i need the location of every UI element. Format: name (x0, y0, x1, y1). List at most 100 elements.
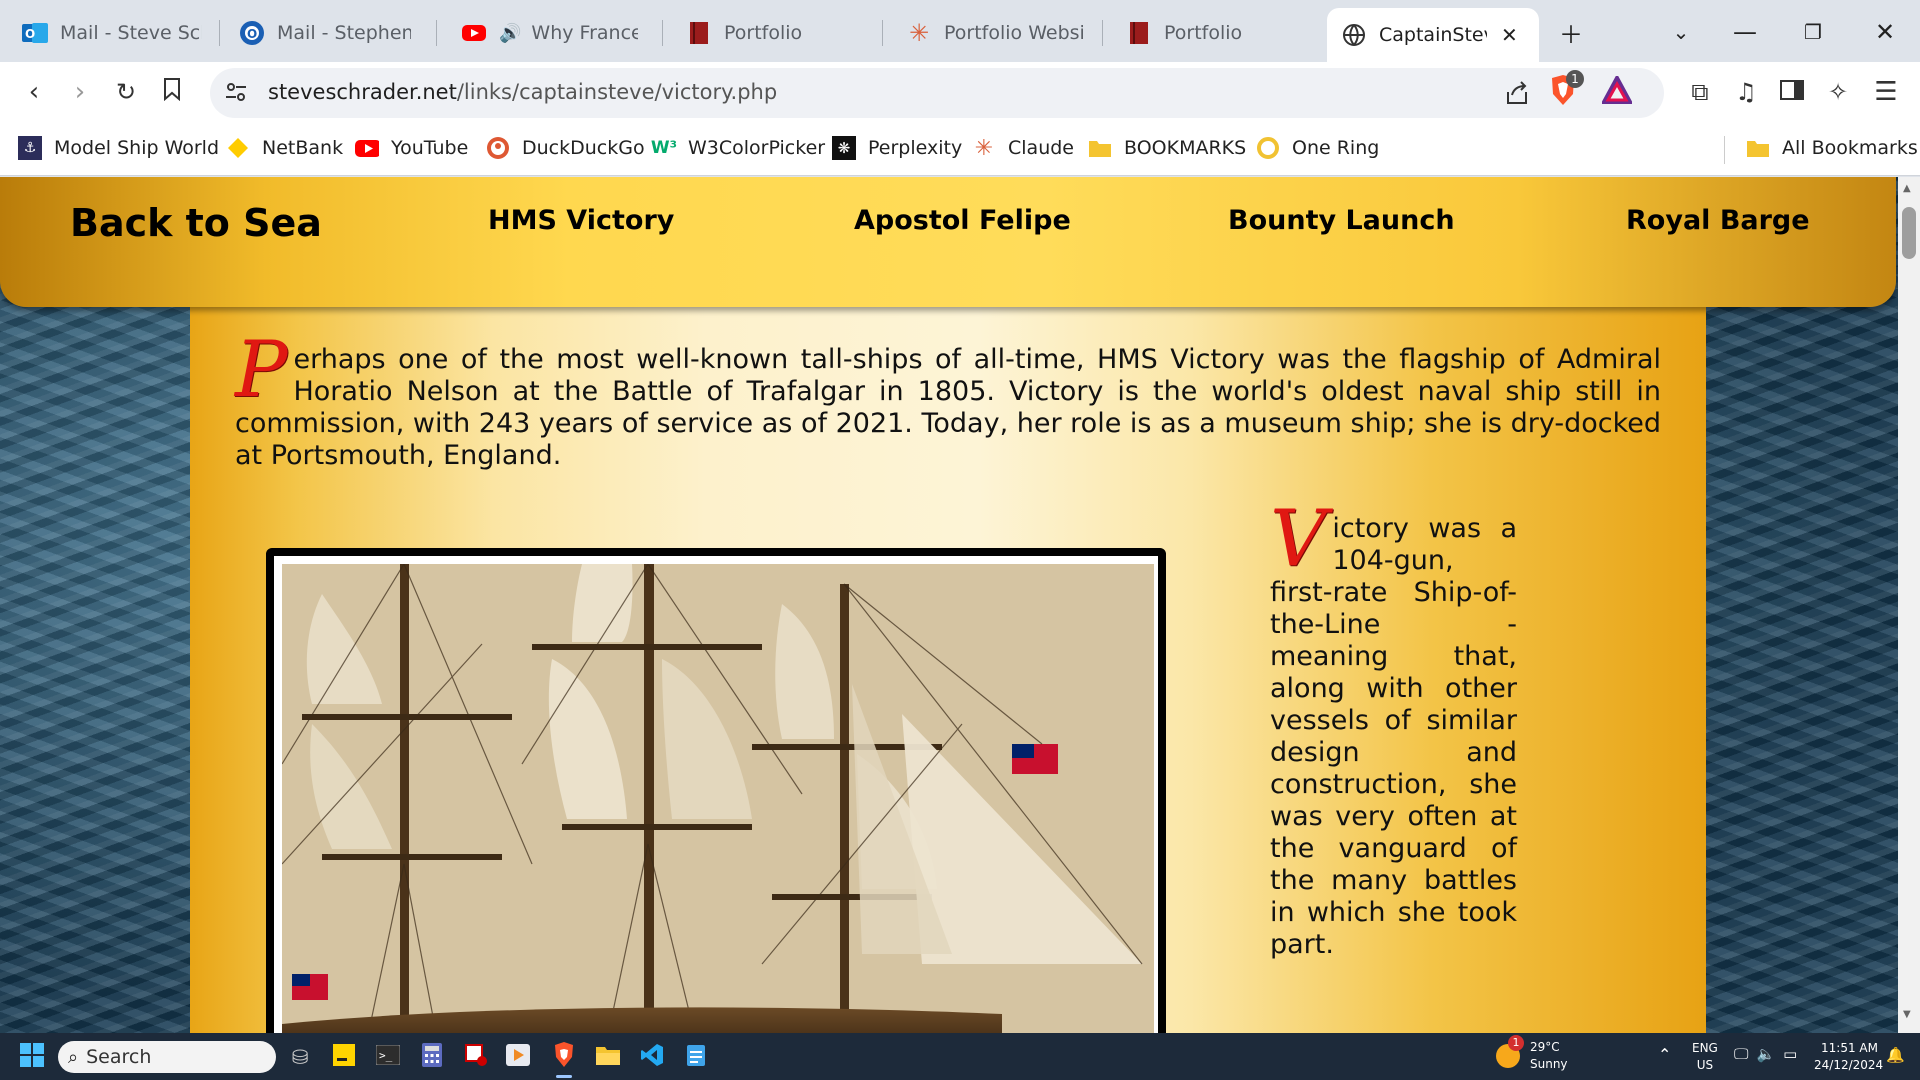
globe-icon (1341, 22, 1367, 48)
bookmark-folder-bookmarks[interactable]: BOOKMARKS (1088, 136, 1246, 160)
music-note-icon: ♫ (1735, 78, 1757, 106)
bookmark-netbank[interactable]: NetBank (226, 136, 343, 160)
bookmark-one-ring[interactable]: One Ring (1256, 136, 1379, 160)
brave-lion-icon (552, 1041, 576, 1073)
bookmark-label: One Ring (1292, 137, 1380, 159)
share-icon[interactable] (1504, 80, 1530, 110)
nav-home-link[interactable]: Back to Sea (70, 201, 322, 245)
shields-badge: 1 (1566, 70, 1584, 88)
nav-link-hms-victory[interactable]: HMS Victory (488, 205, 674, 236)
bookmark-duckduckgo[interactable]: DuckDuckGo (486, 136, 645, 160)
extensions-button[interactable]: ⧉ (1680, 72, 1720, 112)
clock[interactable]: 11:51 AM 24/12/2024 (1814, 1040, 1883, 1074)
taskbar-app-brave[interactable] (548, 1041, 580, 1073)
close-icon: ✕ (1874, 18, 1896, 46)
menu-button[interactable]: ☰ (1866, 72, 1906, 112)
tab-divider (1102, 20, 1103, 46)
bookmark-youtube[interactable]: YouTube (355, 136, 468, 160)
ship-image-frame (266, 548, 1166, 1033)
taskbar-app-sticky-notes[interactable] (328, 1041, 360, 1073)
nav-link-royal-barge[interactable]: Royal Barge (1626, 205, 1810, 236)
close-window-button[interactable]: ✕ (1862, 12, 1908, 52)
notepad-icon (686, 1043, 706, 1072)
forward-button[interactable]: › (60, 72, 100, 112)
bookmark-icon (163, 77, 181, 108)
speaker-icon[interactable]: 🔊 (499, 23, 521, 44)
all-bookmarks-button[interactable]: All Bookmarks (1746, 136, 1918, 160)
youtube-icon (461, 20, 487, 46)
tab-search-button[interactable]: ⌄ (1658, 12, 1704, 52)
outlook-icon: O (239, 20, 265, 46)
bookmarks-divider (1724, 136, 1725, 164)
brave-lion-icon (1548, 75, 1578, 112)
back-arrow-icon: ‹ (28, 77, 40, 107)
taskbar-app-terminal[interactable]: >_ (372, 1041, 404, 1073)
taskbar-app-snipping[interactable] (460, 1041, 492, 1073)
url-text: steveschrader.net/links/captainsteve/vic… (268, 80, 777, 104)
minimize-button[interactable]: — (1722, 12, 1768, 52)
portfolio-icon (1126, 20, 1152, 46)
system-tray-icons[interactable]: 🖵 🔈 ▭ (1734, 1045, 1797, 1063)
scroll-up-arrow-icon[interactable]: ▲ (1903, 183, 1911, 194)
start-button[interactable] (16, 1041, 48, 1073)
address-bar[interactable]: steveschrader.net/links/captainsteve/vic… (210, 68, 1664, 118)
reload-button[interactable]: ↻ (106, 72, 146, 112)
media-button[interactable]: ♫ (1726, 72, 1766, 112)
reload-icon: ↻ (115, 78, 137, 106)
taskbar-search-box[interactable]: ⌕ Search (58, 1041, 276, 1073)
volume-icon: 🔈 (1756, 1045, 1776, 1063)
claude-icon: ✳ (908, 19, 930, 47)
bookmark-perplexity[interactable]: ❋ Perplexity (832, 136, 962, 160)
browser-toolbar: ‹ › ↻ steveschrader.net/links/captainste… (0, 62, 1920, 124)
sidebar-button[interactable] (1772, 72, 1812, 112)
weather-badge: 1 (1508, 1035, 1524, 1051)
bookmark-label: BOOKMARKS (1124, 137, 1247, 159)
nav-link-bounty-launch[interactable]: Bounty Launch (1228, 205, 1455, 236)
nav-link-apostol-felipe[interactable]: Apostol Felipe (854, 205, 1071, 236)
language-indicator[interactable]: ENG US (1692, 1040, 1718, 1074)
tab-captainsteve-active[interactable]: CaptainSteve ✕ (1327, 8, 1539, 62)
tab-mail-2[interactable]: O Mail - Stephen Sc (225, 10, 425, 56)
bookmark-page-button[interactable] (152, 72, 192, 112)
lang-bottom: US (1696, 1058, 1714, 1072)
taskbar-app-files-drive[interactable]: ⛁ (284, 1041, 316, 1073)
page-scrollbar[interactable]: ▲ ▼ (1898, 177, 1920, 1033)
taskbar-app-file-explorer[interactable] (592, 1041, 624, 1073)
network-icon: 🖵 (1734, 1045, 1749, 1063)
tab-portfolio-website[interactable]: ✳ Portfolio Website (892, 10, 1097, 56)
tab-youtube[interactable]: 🔊 Why France a (447, 10, 652, 56)
folder-icon (595, 1044, 621, 1071)
taskbar-app-media-player[interactable] (502, 1041, 534, 1073)
restore-button[interactable]: ❐ (1790, 12, 1836, 52)
taskbar-app-vscode[interactable] (636, 1041, 668, 1073)
taskbar-app-notepad[interactable] (680, 1041, 712, 1073)
clock-time: 11:51 AM (1821, 1041, 1878, 1055)
weather-widget[interactable]: 1 29°C Sunny (1496, 1035, 1568, 1073)
restore-icon: ❐ (1804, 20, 1822, 44)
bookmark-model-ship-world[interactable]: ⚓ Model Ship World (18, 136, 219, 160)
brave-rewards-button[interactable] (1600, 73, 1634, 108)
tab-portfolio-2[interactable]: Portfolio (1112, 10, 1312, 56)
brave-shields-button[interactable]: 1 (1548, 70, 1584, 112)
site-settings-icon[interactable] (224, 80, 248, 108)
leo-ai-button[interactable]: ✧ (1818, 72, 1858, 112)
taskbar-app-calculator[interactable] (416, 1041, 448, 1073)
scrollbar-thumb[interactable] (1902, 207, 1916, 259)
windows-taskbar: ⌕ Search ⛁ >_ 1 29°C Sunny ⌃ ENG US 🖵 🔈 … (0, 1033, 1920, 1080)
tab-strip: O Mail - Steve Schra O Mail - Stephen Sc… (0, 0, 1920, 62)
bookmark-label: Model Ship World (54, 137, 220, 159)
bookmark-claude[interactable]: ✳ Claude (972, 136, 1074, 161)
folder-icon (1746, 136, 1770, 160)
scroll-down-arrow-icon[interactable]: ▼ (1903, 1009, 1911, 1020)
snipping-tool-icon (464, 1043, 488, 1072)
back-button[interactable]: ‹ (14, 72, 54, 112)
tab-portfolio-1[interactable]: Portfolio (672, 10, 877, 56)
new-tab-button[interactable]: ＋ (1548, 12, 1594, 52)
tab-mail-1[interactable]: O Mail - Steve Schra (8, 10, 216, 56)
notifications-button[interactable]: 🔔 (1886, 1046, 1905, 1064)
svg-text:O: O (25, 27, 35, 41)
close-tab-icon[interactable]: ✕ (1501, 23, 1518, 47)
media-player-icon (506, 1043, 530, 1071)
show-hidden-icons-button[interactable]: ⌃ (1658, 1045, 1671, 1064)
bookmark-w3colorpicker[interactable]: W³ W3ColorPicker (651, 136, 825, 160)
